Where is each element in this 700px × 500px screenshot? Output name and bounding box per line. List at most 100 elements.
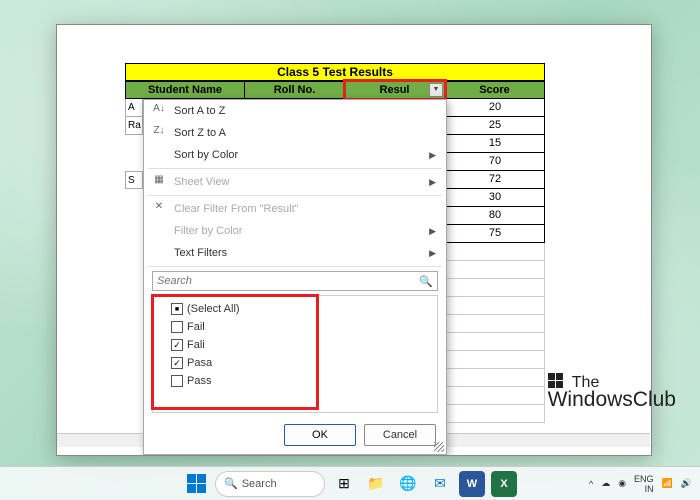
taskbar-app-explorer[interactable]: 📁 — [363, 471, 389, 497]
menu-label: Sort A to Z — [174, 105, 225, 117]
windows-logo-icon — [548, 373, 564, 389]
taskbar-app-excel[interactable]: X — [491, 471, 517, 497]
checkbox-checked-icon[interactable] — [171, 339, 183, 351]
score-cell[interactable]: 25 — [445, 117, 545, 135]
taskbar-app-chrome[interactable]: 🌐 — [395, 471, 421, 497]
watermark: The WindowsClub — [548, 373, 676, 412]
empty-cell[interactable] — [445, 315, 545, 333]
empty-cell[interactable] — [445, 279, 545, 297]
language-indicator[interactable]: ENG IN — [634, 474, 654, 494]
filter-item-fail[interactable]: Fail — [157, 318, 433, 336]
header-roll[interactable]: Roll No. — [245, 81, 345, 99]
lang-code: ENG — [634, 474, 654, 484]
empty-cell[interactable] — [445, 351, 545, 369]
partial-name-column: A Ra S — [125, 99, 143, 189]
filter-search-input[interactable] — [157, 275, 419, 287]
ok-button[interactable]: OK — [284, 424, 356, 446]
sort-desc-icon: Z↓ — [152, 125, 166, 139]
cancel-button[interactable]: Cancel — [364, 424, 436, 446]
taskbar-app-mail[interactable]: ✉ — [427, 471, 453, 497]
filter-item-fali[interactable]: Fali — [157, 336, 433, 354]
menu-label: Text Filters — [174, 247, 227, 259]
sheet-view-icon: ▦ — [152, 174, 166, 188]
header-result[interactable]: Resul ▼ — [345, 81, 445, 99]
tray-onedrive-icon[interactable]: ☁ — [601, 478, 610, 489]
task-view-button[interactable]: ⊞ — [331, 471, 357, 497]
taskbar-app-word[interactable]: W — [459, 471, 485, 497]
empty-cell[interactable] — [445, 369, 545, 387]
resize-grip-icon[interactable] — [434, 442, 444, 452]
checkbox-unchecked-icon[interactable] — [171, 321, 183, 333]
empty-cell[interactable] — [445, 333, 545, 351]
tray-chevron-icon[interactable]: ^ — [589, 479, 593, 489]
menu-label: Sort by Color — [174, 149, 238, 161]
filter-item-label: (Select All) — [187, 303, 240, 315]
score-cell[interactable]: 30 — [445, 189, 545, 207]
tray-chrome-icon[interactable]: ◉ — [618, 478, 626, 489]
text-filters[interactable]: Text Filters ▶ — [144, 242, 446, 264]
sheet-title: Class 5 Test Results — [125, 63, 545, 81]
filter-item-pasa[interactable]: Pasa — [157, 354, 433, 372]
clear-filter-icon: ✕ — [152, 201, 166, 215]
search-icon: 🔍 — [419, 275, 433, 288]
menu-label: Clear Filter From "Result" — [174, 203, 299, 215]
empty-cell[interactable] — [445, 405, 545, 423]
filter-item-pass[interactable]: Pass — [157, 372, 433, 390]
region-code: IN — [634, 484, 654, 494]
sort-asc-icon: A↓ — [152, 103, 166, 117]
cell-partial[interactable]: A — [125, 99, 143, 117]
taskbar-search-label: Search — [242, 478, 277, 490]
header-result-label: Resul — [380, 84, 410, 96]
filter-search[interactable]: 🔍 — [152, 271, 438, 291]
sort-z-to-a[interactable]: Z↓ Sort Z to A — [144, 122, 446, 144]
cell-gap — [125, 135, 143, 171]
sort-a-to-z[interactable]: A↓ Sort A to Z — [144, 100, 446, 122]
taskbar-tray: ^ ☁ ◉ ENG IN 📶 🔊 — [589, 474, 692, 494]
filter-dropdown-button[interactable]: ▼ — [429, 83, 443, 97]
filter-item-selectall[interactable]: (Select All) — [157, 300, 433, 318]
filter-checklist: (Select All) Fail Fali Pasa Pass — [152, 295, 438, 413]
header-student[interactable]: Student Name — [125, 81, 245, 99]
tray-volume-icon[interactable]: 🔊 — [681, 478, 692, 489]
filter-item-label: Pasa — [187, 357, 212, 369]
autofilter-menu: A↓ Sort A to Z Z↓ Sort Z to A Sort by Co… — [143, 99, 447, 455]
score-cell[interactable]: 80 — [445, 207, 545, 225]
submenu-arrow-icon: ▶ — [429, 248, 436, 259]
checkbox-unchecked-icon[interactable] — [171, 375, 183, 387]
taskbar-search[interactable]: 🔍 Search — [215, 471, 325, 497]
filter-item-label: Fail — [187, 321, 205, 333]
checkbox-mixed-icon[interactable] — [171, 303, 183, 315]
menu-label: Sort Z to A — [174, 127, 226, 139]
menu-label: Sheet View — [174, 176, 229, 188]
checkbox-checked-icon[interactable] — [171, 357, 183, 369]
menu-label: Filter by Color — [174, 225, 242, 237]
score-cell[interactable]: 72 — [445, 171, 545, 189]
menu-separator — [148, 168, 442, 169]
header-score-label: Score — [479, 84, 510, 96]
sort-by-color[interactable]: Sort by Color ▶ — [144, 144, 446, 166]
tray-wifi-icon[interactable]: 📶 — [662, 478, 673, 489]
submenu-arrow-icon: ▶ — [429, 177, 436, 188]
taskbar: 🔍 Search ⊞ 📁 🌐 ✉ W X ^ ☁ ◉ ENG IN 📶 🔊 — [0, 466, 700, 500]
submenu-arrow-icon: ▶ — [429, 226, 436, 237]
empty-cell[interactable] — [445, 261, 545, 279]
score-cell[interactable]: 70 — [445, 153, 545, 171]
empty-cell[interactable] — [445, 297, 545, 315]
filter-item-label: Fali — [187, 339, 205, 351]
cell-partial[interactable]: Ra — [125, 117, 143, 135]
watermark-line2: WindowsClub — [548, 388, 676, 412]
empty-cell[interactable] — [445, 387, 545, 405]
start-button[interactable] — [183, 471, 209, 497]
dialog-buttons: OK Cancel — [284, 424, 436, 446]
score-cell[interactable]: 15 — [445, 135, 545, 153]
score-column: 20 25 15 70 72 30 80 75 — [445, 99, 545, 423]
header-score[interactable]: Score — [445, 81, 545, 99]
score-cell[interactable]: 20 — [445, 99, 545, 117]
cell-partial[interactable]: S — [125, 171, 143, 189]
clear-filter: ✕ Clear Filter From "Result" — [144, 198, 446, 220]
score-cell[interactable]: 75 — [445, 225, 545, 243]
search-icon: 🔍 — [224, 477, 238, 490]
submenu-arrow-icon: ▶ — [429, 150, 436, 161]
empty-cell[interactable] — [445, 243, 545, 261]
header-row: Student Name Roll No. Resul ▼ Score — [125, 81, 545, 99]
